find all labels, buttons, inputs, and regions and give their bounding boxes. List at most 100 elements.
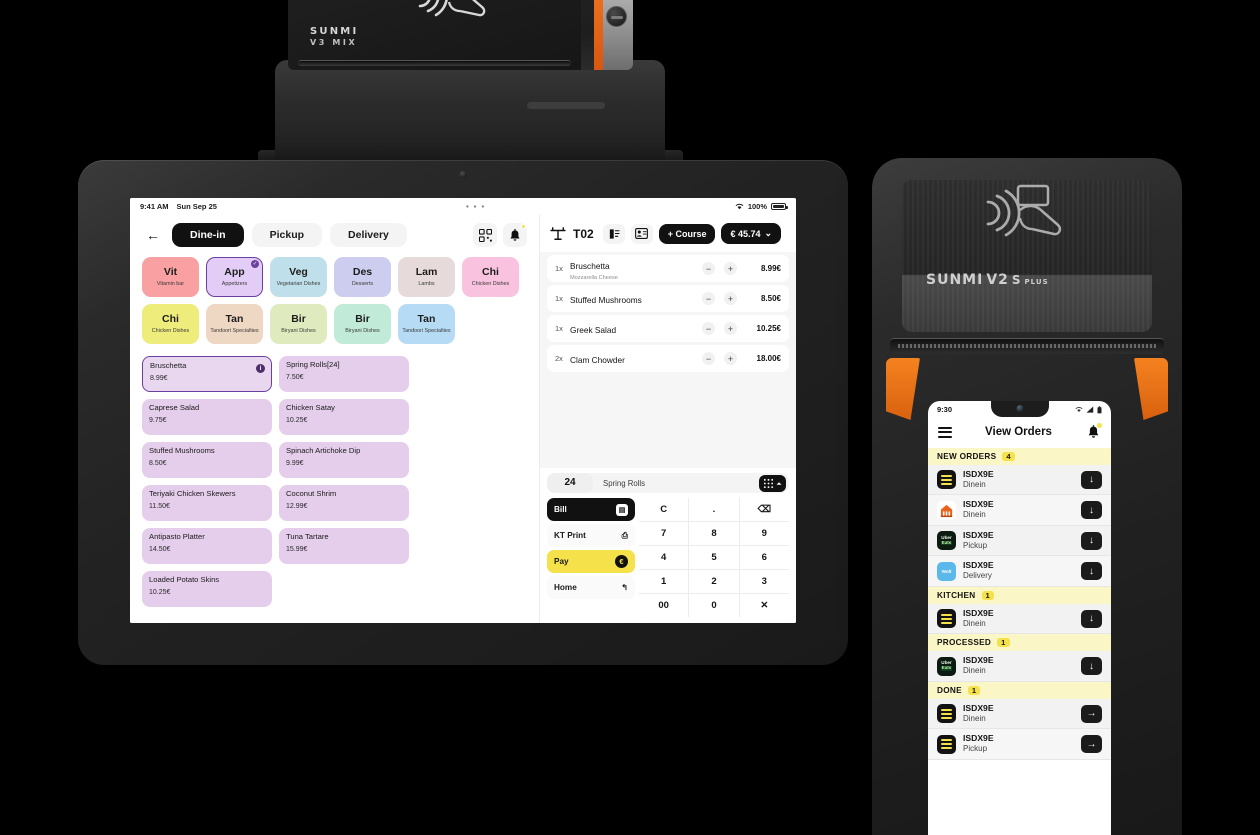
category-chip-tan-10[interactable]: Tan Tandoori Specialties: [398, 304, 455, 344]
category-chip-tan-7[interactable]: Tan Tandoori Specialties: [206, 304, 263, 344]
restaurant-logo: [937, 500, 956, 520]
down-arrow-icon[interactable]: ↓: [1081, 470, 1102, 489]
keypad-key-1[interactable]: 1: [639, 570, 689, 593]
decrement-button[interactable]: −: [702, 292, 715, 305]
category-chip-chi-5[interactable]: Chi Chicken Dishes: [462, 257, 519, 297]
wifi-icon: [735, 203, 744, 210]
product-card[interactable]: Spinach Artichoke Dip 9.99€: [279, 442, 409, 478]
order-list-item[interactable]: ISDX9E Dinein ↓: [928, 603, 1111, 635]
category-chip-vit-0[interactable]: Vit Vitamin bar: [142, 257, 199, 297]
handheld-screen: 9:30 View Orders NEW ORDERS 4 ISDX9E Din…: [928, 401, 1111, 835]
keypad-action-home[interactable]: Home ↰: [547, 576, 635, 599]
product-card[interactable]: Antipasto Platter 14.50€: [142, 528, 272, 564]
product-price: 9.99€: [286, 460, 304, 468]
keypad-key-backspace[interactable]: ⌫: [739, 498, 789, 521]
order-list-item[interactable]: ISDX9E Dinein ↓: [928, 495, 1111, 526]
keypad-key-dot[interactable]: .: [689, 498, 739, 521]
decrement-button[interactable]: −: [702, 352, 715, 365]
category-subtitle: Chicken Dishes: [151, 327, 190, 334]
order-total-button[interactable]: € 45.74 ⌄: [721, 223, 782, 244]
customer-card-icon[interactable]: [630, 223, 653, 244]
bell-icon[interactable]: [1085, 423, 1102, 440]
back-arrow-icon[interactable]: ←: [142, 224, 164, 246]
add-course-button[interactable]: + Course: [658, 223, 716, 244]
keypad-key-6[interactable]: 6: [739, 546, 789, 569]
keypad-key-5[interactable]: 5: [689, 546, 739, 569]
decrement-button[interactable]: −: [702, 322, 715, 335]
order-list-item[interactable]: Uber Eats ISDX9E Pickup ↓: [928, 525, 1111, 557]
order-item-type: Delivery: [963, 571, 992, 581]
product-card[interactable]: Coconut Shrim 12.99€: [279, 485, 409, 521]
order-list-item[interactable]: Uber Eats ISDX9E Dinein ↓: [928, 651, 1111, 682]
category-selected-check-icon: ✓: [251, 260, 259, 268]
product-card[interactable]: Stuffed Mushrooms 8.50€: [142, 442, 272, 478]
tab-delivery[interactable]: Delivery: [330, 223, 407, 247]
product-card[interactable]: Spring Rolls[24] 7.50€: [279, 356, 409, 392]
product-card[interactable]: Bruschetta 8.99€ i: [142, 356, 272, 392]
right-arrow-icon[interactable]: →: [1081, 735, 1102, 754]
product-name: Stuffed Mushrooms: [149, 446, 215, 455]
order-list-item[interactable]: Wolt ISDX9E Delivery ↓: [928, 556, 1111, 587]
product-card[interactable]: Tuna Tartare 15.99€: [279, 528, 409, 564]
section-header-new-orders: NEW ORDERS 4: [928, 448, 1111, 465]
bell-glyph: [510, 228, 520, 241]
menu-panel: ← Dine-in Pickup Delivery Vit Vitamin ba…: [130, 215, 539, 623]
increment-button[interactable]: +: [724, 262, 737, 275]
down-arrow-icon[interactable]: ↓: [1081, 562, 1102, 581]
order-row[interactable]: 1x Greek Salad − +10.25€: [547, 315, 789, 342]
order-item-text: ISDX9E Pickup: [963, 733, 994, 753]
keypad-key-9[interactable]: 9: [739, 522, 789, 545]
order-row[interactable]: 2x Clam Chowder − +18.00€: [547, 345, 789, 372]
keypad-key-7[interactable]: 7: [639, 522, 689, 545]
handheld-brand-name: SUNMI: [926, 272, 984, 288]
order-list-item[interactable]: ISDX9E Dinein ↓: [928, 465, 1111, 496]
tab-pickup[interactable]: Pickup: [251, 223, 323, 247]
increment-button[interactable]: +: [724, 322, 737, 335]
keypad-action-bill[interactable]: Bill ▤: [547, 498, 635, 521]
decrement-button[interactable]: −: [702, 262, 715, 275]
down-arrow-icon[interactable]: ↓: [1081, 609, 1102, 628]
product-card[interactable]: Teriyaki Chicken Skewers 11.50€: [142, 485, 272, 521]
hamburger-menu-icon[interactable]: [938, 426, 952, 438]
category-chip-app-1[interactable]: ✓ App Appetizers: [206, 257, 263, 297]
order-row-name: Clam Chowder: [570, 354, 625, 365]
keypad-key-clear[interactable]: ✕: [739, 594, 789, 617]
product-card[interactable]: Loaded Potato Skins 10.25€: [142, 571, 272, 607]
info-icon[interactable]: i: [256, 364, 265, 373]
keypad-input-row[interactable]: 24 Spring Rolls: [547, 473, 789, 493]
increment-button[interactable]: +: [724, 352, 737, 365]
category-chip-bir-9[interactable]: Bir Biryani Dishes: [334, 304, 391, 344]
order-row-price: 8.50€: [760, 294, 781, 303]
right-arrow-icon[interactable]: →: [1081, 704, 1102, 723]
down-arrow-icon[interactable]: ↓: [1081, 657, 1102, 676]
receipt-icon[interactable]: [602, 223, 625, 244]
keypad-key-8[interactable]: 8: [689, 522, 739, 545]
down-arrow-icon[interactable]: ↓: [1081, 531, 1102, 550]
tab-dine-in[interactable]: Dine-in: [172, 223, 244, 247]
order-row[interactable]: 1x Bruschetta Mozzarella Cheese − +8.99€: [547, 255, 789, 282]
keypad-grid-icon[interactable]: [759, 474, 786, 492]
keypad-key-0[interactable]: 0: [689, 594, 739, 617]
category-chip-bir-8[interactable]: Bir Biryani Dishes: [270, 304, 327, 344]
category-chip-chi-6[interactable]: Chi Chicken Dishes: [142, 304, 199, 344]
keypad-key-00[interactable]: 00: [639, 594, 689, 617]
keypad-key-C[interactable]: C: [639, 498, 689, 521]
keypad-action-kt-print[interactable]: KT Print ⎙: [547, 524, 635, 547]
qr-scan-icon[interactable]: [473, 223, 497, 247]
section-count-badge: 1: [967, 685, 981, 695]
category-chip-des-3[interactable]: Des Desserts: [334, 257, 391, 297]
product-card[interactable]: Caprese Salad 9.75€: [142, 399, 272, 435]
order-row[interactable]: 1x Stuffed Mushrooms − +8.50€: [547, 285, 789, 312]
keypad-key-4[interactable]: 4: [639, 546, 689, 569]
increment-button[interactable]: +: [724, 292, 737, 305]
category-chip-lam-4[interactable]: Lam Lambs: [398, 257, 455, 297]
bell-icon[interactable]: [503, 223, 527, 247]
down-arrow-icon[interactable]: ↓: [1081, 501, 1102, 520]
order-list-item[interactable]: ISDX9E Pickup →: [928, 729, 1111, 760]
keypad-key-3[interactable]: 3: [739, 570, 789, 593]
category-chip-veg-2[interactable]: Veg Vegetarian Dishes: [270, 257, 327, 297]
keypad-action-pay[interactable]: Pay €: [547, 550, 635, 573]
keypad-key-2[interactable]: 2: [689, 570, 739, 593]
product-card[interactable]: Chicken Satay 10.25€: [279, 399, 409, 435]
order-list-item[interactable]: ISDX9E Dinein →: [928, 698, 1111, 730]
